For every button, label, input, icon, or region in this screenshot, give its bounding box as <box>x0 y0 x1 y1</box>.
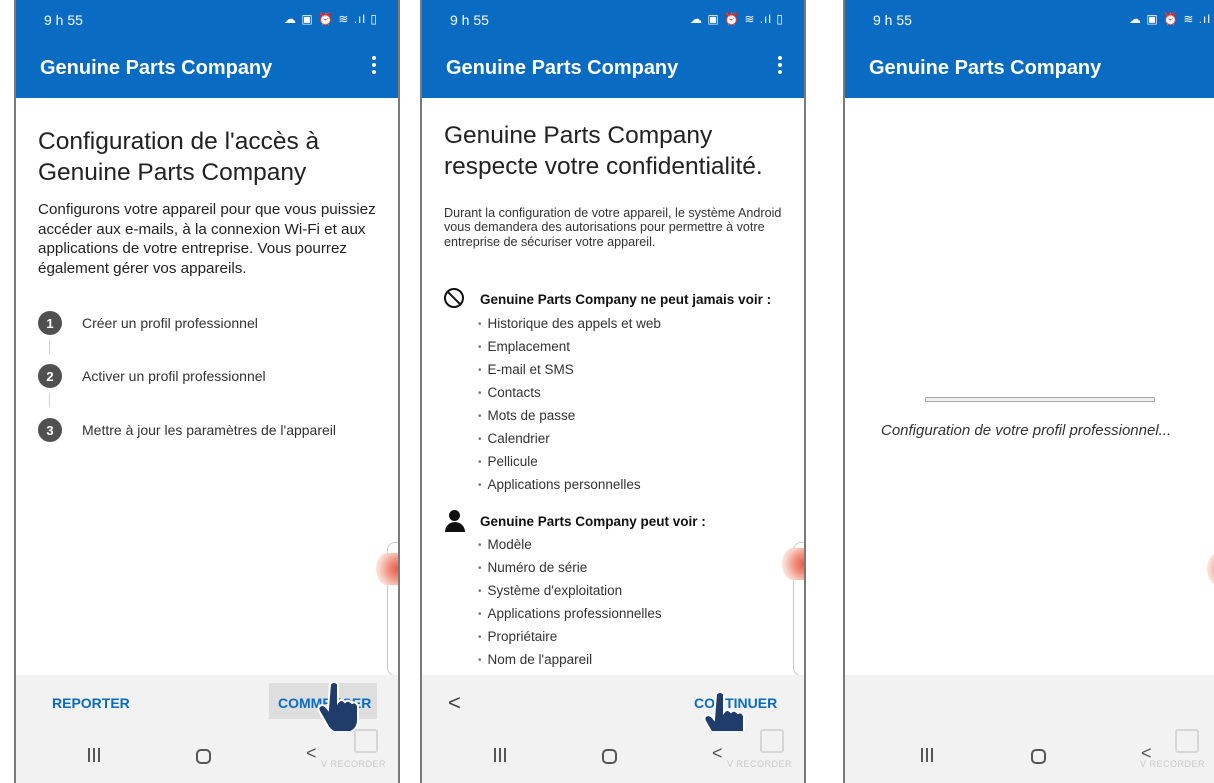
prohibited-icon <box>444 288 466 310</box>
page-title: Genuine Parts Company respecte votre con… <box>444 122 763 180</box>
system-nav-bar: < V RECORDER <box>422 729 804 783</box>
can-see-list: Modèle Numéro de série Système d'exploit… <box>478 533 662 671</box>
list-item: Modèle <box>478 533 662 556</box>
system-nav-bar: < V RECORDER <box>16 729 398 783</box>
intro-text: Configurons votre appareil pour que vous… <box>38 201 376 277</box>
app-bar: Genuine Parts Company <box>845 36 1214 98</box>
list-item: Contacts <box>478 381 661 404</box>
person-icon <box>444 510 466 532</box>
recent-apps-icon[interactable] <box>494 748 506 762</box>
postpone-button[interactable]: REPORTER <box>52 695 130 711</box>
recent-apps-icon[interactable] <box>921 748 933 762</box>
phone-screen-privacy: 9 h 55 ☁ ▣ ⏰ ≋ .ıl ▯ Genuine Parts Compa… <box>420 0 806 783</box>
list-item: Pellicule <box>478 450 661 473</box>
app-bar: Genuine Parts Company <box>422 36 804 98</box>
recorder-logo-icon <box>760 729 784 753</box>
recent-apps-icon[interactable] <box>88 748 100 762</box>
back-nav-icon[interactable]: < <box>306 743 317 764</box>
status-bar: 9 h 55 ☁ ▣ ⏰ ≋ .ıl ▯ <box>845 0 1214 36</box>
loading-status-text: Configuration de votre profil profession… <box>881 422 1172 439</box>
back-nav-icon[interactable]: < <box>712 743 723 764</box>
phone-screen-setup-access: 9 h 55 ☁ ▣ ⏰ ≋ .ıl ▯ Genuine Parts Compa… <box>14 0 400 783</box>
status-bar: 9 h 55 ☁ ▣ ⏰ ≋ .ıl ▯ <box>422 0 804 36</box>
recorder-logo-icon <box>1175 729 1199 753</box>
phone-screen-loading: 9 h 55 ☁ ▣ ⏰ ≋ .ıl ▯ Genuine Parts Compa… <box>843 0 1214 783</box>
action-bar <box>845 675 1214 731</box>
back-button[interactable]: < <box>448 690 461 716</box>
list-item: Mots de passe <box>478 404 661 427</box>
cannot-see-list: Historique des appels et web Emplacement… <box>478 312 661 496</box>
step-item: 1 Créer un profil professionnel <box>38 311 258 335</box>
step-label: Activer un profil professionnel <box>82 368 266 384</box>
touch-indicator <box>782 548 804 580</box>
step-label: Mettre à jour les paramètres de l'appare… <box>82 422 337 438</box>
app-title: Genuine Parts Company <box>40 57 273 79</box>
watermark: V RECORDER <box>1139 759 1205 769</box>
home-icon[interactable] <box>1031 749 1046 764</box>
page-title: Configuration de l'accès à Genuine Parts… <box>38 128 320 186</box>
list-item: Propriétaire <box>478 625 662 648</box>
step-item: 2 Activer un profil professionnel <box>38 364 266 388</box>
step-item: 3 Mettre à jour les paramètres de l'appa… <box>38 418 336 442</box>
home-icon[interactable] <box>196 749 211 764</box>
can-see-section-title: Genuine Parts Company peut voir : <box>444 510 706 532</box>
cannot-see-title: Genuine Parts Company ne peut jamais voi… <box>480 291 772 307</box>
status-bar: 9 h 55 ☁ ▣ ⏰ ≋ .ıl ▯ <box>16 0 398 36</box>
step-connector <box>49 393 50 407</box>
list-item: Applications personnelles <box>478 473 661 496</box>
step-number-badge: 2 <box>38 364 62 388</box>
status-icons: ☁ ▣ ⏰ ≋ .ıl ▯ <box>690 12 784 26</box>
list-item: E-mail et SMS <box>478 358 661 381</box>
pointer-hand-icon <box>317 681 359 734</box>
system-nav-bar: < V RECORDER <box>845 729 1214 783</box>
list-item: Emplacement <box>478 335 661 358</box>
touch-indicator <box>1207 553 1214 585</box>
recorder-logo-icon <box>354 729 378 753</box>
step-number-badge: 3 <box>38 418 62 442</box>
can-see-title: Genuine Parts Company peut voir : <box>480 513 706 529</box>
list-item: Système d'exploitation <box>478 579 662 602</box>
list-item: Nom de l'appareil <box>478 648 662 671</box>
touch-indicator <box>376 553 398 585</box>
status-icons: ☁ ▣ ⏰ ≋ .ıl ▯ <box>1129 12 1214 26</box>
watermark: V RECORDER <box>320 759 386 769</box>
progress-bar <box>925 397 1155 402</box>
list-item: Applications professionnelles <box>478 602 662 625</box>
list-item: Calendrier <box>478 427 661 450</box>
step-number-badge: 1 <box>38 311 62 335</box>
action-bar: < CONTINUER <box>422 675 804 731</box>
watermark: V RECORDER <box>726 759 792 769</box>
cannot-see-section-title: Genuine Parts Company ne peut jamais voi… <box>444 288 771 310</box>
intro-text: Durant la configuration de votre apparei… <box>444 206 782 249</box>
app-bar: Genuine Parts Company <box>16 36 398 98</box>
app-title: Genuine Parts Company <box>869 57 1102 79</box>
list-item: Numéro de série <box>478 556 662 579</box>
app-title: Genuine Parts Company <box>446 57 679 79</box>
step-connector <box>49 340 50 354</box>
status-time: 9 h 55 <box>450 12 489 28</box>
list-item: Historique des appels et web <box>478 312 661 335</box>
home-icon[interactable] <box>602 749 617 764</box>
status-time: 9 h 55 <box>873 12 912 28</box>
overflow-menu-icon[interactable] <box>368 56 380 78</box>
step-label: Créer un profil professionnel <box>82 315 258 331</box>
status-icons: ☁ ▣ ⏰ ≋ .ıl ▯ <box>284 12 378 26</box>
status-time: 9 h 55 <box>44 12 83 28</box>
overflow-menu-icon[interactable] <box>774 56 786 78</box>
